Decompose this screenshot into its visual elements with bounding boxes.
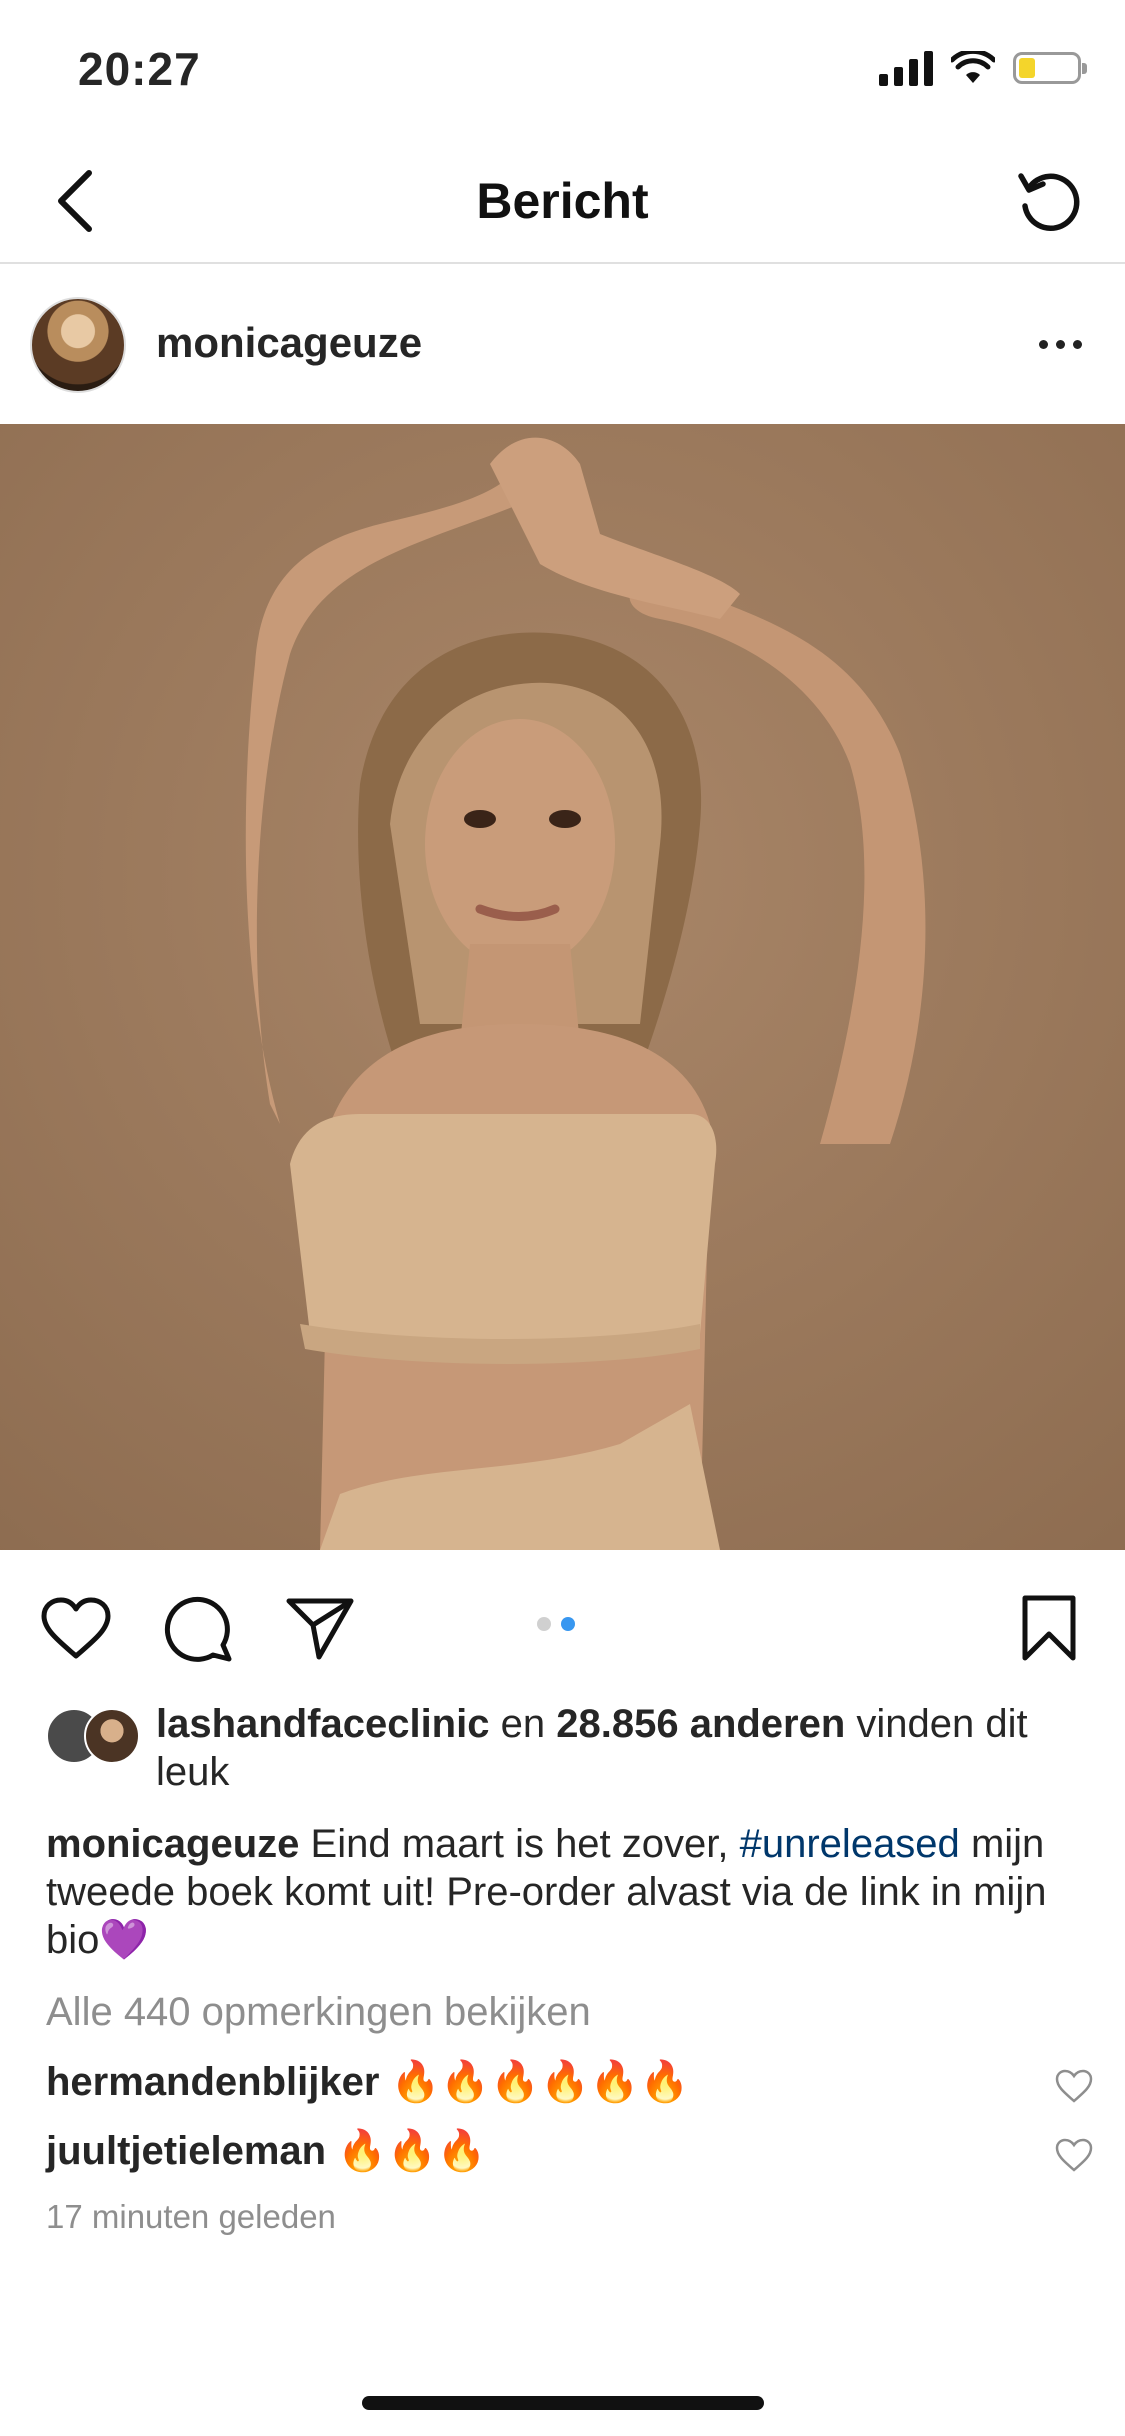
- avatar: [84, 1708, 140, 1764]
- cellular-signal-icon: [879, 50, 933, 86]
- refresh-icon: [1018, 173, 1080, 232]
- comment-text: 🔥🔥🔥🔥🔥🔥: [390, 2060, 690, 2104]
- battery-icon: [1013, 52, 1087, 84]
- status-time: 20:27: [78, 43, 201, 95]
- save-button[interactable]: [1009, 1588, 1089, 1668]
- comment-row: hermandenblijker 🔥🔥🔥🔥🔥🔥: [46, 2058, 1093, 2106]
- more-options-button[interactable]: [1025, 314, 1095, 374]
- comment-button[interactable]: [158, 1588, 238, 1668]
- post-header: monicageuze: [0, 264, 1125, 424]
- comment-like-icon[interactable]: [1054, 2066, 1094, 2106]
- share-button[interactable]: [280, 1588, 360, 1668]
- liker-avatars: [46, 1708, 146, 1764]
- status-icons: [879, 50, 1087, 86]
- view-all-comments-link[interactable]: Alle 440 opmerkingen bekijken: [46, 1990, 591, 2035]
- avatar[interactable]: [30, 297, 126, 393]
- likes-text: lashandfaceclinic en 28.856 anderen vind…: [156, 1702, 1028, 1794]
- more-dot-icon: [1038, 339, 1048, 349]
- post-caption: monicageuze Eind maart is het zover, #un…: [46, 1822, 1047, 1962]
- comment-username[interactable]: juultjetieleman: [46, 2129, 326, 2173]
- carousel-indicator: [537, 1617, 575, 1631]
- comment-username[interactable]: hermandenblijker: [46, 2060, 379, 2104]
- post-photo[interactable]: [0, 424, 1125, 1550]
- hashtag-link[interactable]: #unreleased: [740, 1822, 960, 1866]
- portrait-illustration: [0, 424, 1125, 1550]
- comment-icon: [164, 1596, 232, 1662]
- paper-plane-icon: [286, 1598, 354, 1660]
- post-username[interactable]: monicageuze: [156, 319, 422, 367]
- comment-like-icon[interactable]: [1054, 2135, 1094, 2175]
- like-button[interactable]: [36, 1588, 116, 1668]
- liker-username[interactable]: lashandfaceclinic: [156, 1702, 489, 1746]
- wifi-icon: [951, 51, 995, 83]
- carousel-dot: [537, 1617, 551, 1631]
- bookmark-icon: [1022, 1595, 1076, 1661]
- comment-text: 🔥🔥🔥: [337, 2129, 487, 2173]
- comment-row: juultjetieleman 🔥🔥🔥: [46, 2127, 1093, 2175]
- caption-username[interactable]: monicageuze: [46, 1822, 299, 1866]
- likes-row[interactable]: lashandfaceclinic en 28.856 anderen vind…: [46, 1700, 1076, 1796]
- heart-icon: [41, 1597, 111, 1659]
- page-title: Bericht: [476, 173, 649, 229]
- home-indicator[interactable]: [362, 2396, 764, 2410]
- carousel-dot-active: [561, 1617, 575, 1631]
- nav-bar: Bericht: [0, 132, 1125, 264]
- refresh-button[interactable]: [1005, 156, 1095, 246]
- likes-count[interactable]: 28.856 anderen: [556, 1702, 845, 1746]
- post-timestamp: 17 minuten geleden: [46, 2198, 336, 2235]
- status-bar: 20:27: [0, 0, 1125, 132]
